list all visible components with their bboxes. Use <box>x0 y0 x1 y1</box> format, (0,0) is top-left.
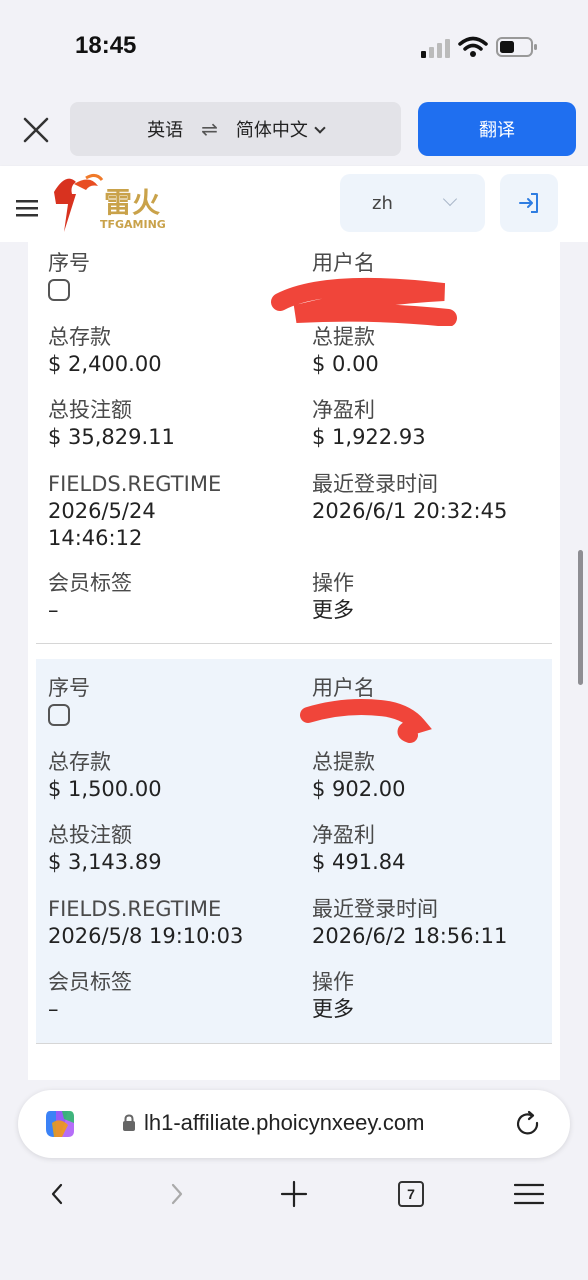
language-pair-selector[interactable]: 英语 ⇌ 简体中文 <box>70 102 401 156</box>
more-link[interactable]: 更多 <box>312 996 354 1023</box>
action-field: 操作 更多 <box>312 970 354 1023</box>
scrollbar[interactable] <box>578 550 583 685</box>
member-record: 序号 用户名 总存款 $ 2,400.00 总提款 $ 0.00 总投注额 $ … <box>36 242 552 642</box>
reload-icon[interactable] <box>514 1110 542 1138</box>
back-button[interactable] <box>36 1172 80 1216</box>
tab-count: 7 <box>398 1181 424 1207</box>
language-dropdown[interactable]: zh <box>340 174 485 232</box>
regtime-field: FIELDS.REGTIME 2026/5/24 14:46:12 <box>48 472 222 550</box>
member-tag-field: 会员标签 – <box>48 970 132 1021</box>
battery-icon <box>496 37 537 57</box>
total-bet-field: 总投注额 $ 3,143.89 <box>48 823 162 874</box>
url-text[interactable]: lh1-affiliate.phoicynxeey.com <box>144 1110 424 1136</box>
redaction-mark <box>300 699 432 743</box>
plus-icon <box>280 1180 308 1208</box>
chevron-left-icon <box>51 1183 63 1205</box>
redaction-mark <box>271 277 457 326</box>
chevron-down-icon <box>442 191 458 207</box>
tabs-button[interactable]: 7 <box>389 1172 433 1216</box>
swap-icon[interactable]: ⇌ <box>201 117 218 141</box>
svg-text:雷火: 雷火 <box>104 186 160 219</box>
chevron-down-icon <box>314 122 326 134</box>
action-field: 操作 更多 <box>312 571 354 624</box>
forward-button[interactable] <box>154 1172 198 1216</box>
row-checkbox[interactable] <box>48 704 70 726</box>
divider <box>36 1043 552 1044</box>
index-field: 序号 <box>48 250 90 301</box>
member-record: 序号 用户名 总存款 $ 1,500.00 总提款 $ 902.00 总投注额 … <box>36 659 552 1043</box>
member-list-panel: 序号 用户名 总存款 $ 2,400.00 总提款 $ 0.00 总投注额 $ … <box>28 242 560 1080</box>
total-withdraw-field: 总提款 $ 0.00 <box>312 325 379 376</box>
divider <box>36 643 552 644</box>
total-bet-field: 总投注额 $ 35,829.11 <box>48 398 175 449</box>
member-tag-field: 会员标签 – <box>48 571 132 622</box>
row-checkbox[interactable] <box>48 279 70 301</box>
lock-icon <box>123 1114 135 1131</box>
hamburger-menu-icon <box>514 1183 544 1205</box>
member-list: 序号 用户名 总存款 $ 2,400.00 总提款 $ 0.00 总投注额 $ … <box>0 242 588 1080</box>
translate-button[interactable]: 翻译 <box>418 102 576 156</box>
menu-icon[interactable] <box>16 198 40 218</box>
language-value: zh <box>372 192 393 214</box>
flame-logo-icon: 雷火 TFGAMING <box>54 173 166 232</box>
close-icon[interactable] <box>20 114 52 146</box>
total-deposit-field: 总存款 $ 2,400.00 <box>48 325 162 376</box>
total-deposit-field: 总存款 $ 1,500.00 <box>48 750 162 801</box>
new-tab-button[interactable] <box>272 1172 316 1216</box>
wifi-icon <box>458 36 488 57</box>
source-language: 英语 <box>147 120 184 141</box>
target-language: 简体中文 <box>236 116 326 142</box>
login-icon <box>519 193 538 213</box>
menu-button[interactable] <box>507 1172 551 1216</box>
more-link[interactable]: 更多 <box>312 597 354 624</box>
browser-toolbar: lh1-affiliate.phoicynxeey.com 7 <box>0 1080 588 1280</box>
last-login-field: 最近登录时间 2026/6/1 20:32:45 <box>312 472 508 523</box>
total-withdraw-field: 总提款 $ 902.00 <box>312 750 406 801</box>
svg-text:TFGAMING: TFGAMING <box>100 218 166 231</box>
translate-bar: 英语 ⇌ 简体中文 翻译 <box>0 100 588 166</box>
chevron-right-icon <box>171 1183 183 1205</box>
copilot-icon[interactable] <box>42 1107 78 1141</box>
status-time: 18:45 <box>75 32 137 59</box>
net-profit-field: 净盈利 $ 491.84 <box>312 823 406 874</box>
address-bar[interactable]: lh1-affiliate.phoicynxeey.com <box>18 1090 570 1158</box>
cellular-signal-icon <box>421 39 450 58</box>
site-header: 雷火 TFGAMING zh <box>0 166 588 242</box>
status-bar: 18:45 <box>0 0 588 100</box>
net-profit-field: 净盈利 $ 1,922.93 <box>312 398 426 449</box>
tfgaming-logo[interactable]: 雷火 TFGAMING <box>46 172 176 234</box>
login-button[interactable] <box>500 174 558 232</box>
regtime-field: FIELDS.REGTIME 2026/5/8 19:10:03 <box>48 897 244 948</box>
last-login-field: 最近登录时间 2026/6/2 18:56:11 <box>312 897 508 948</box>
browser-nav-bar: 7 <box>0 1172 588 1232</box>
index-field: 序号 <box>48 675 90 726</box>
